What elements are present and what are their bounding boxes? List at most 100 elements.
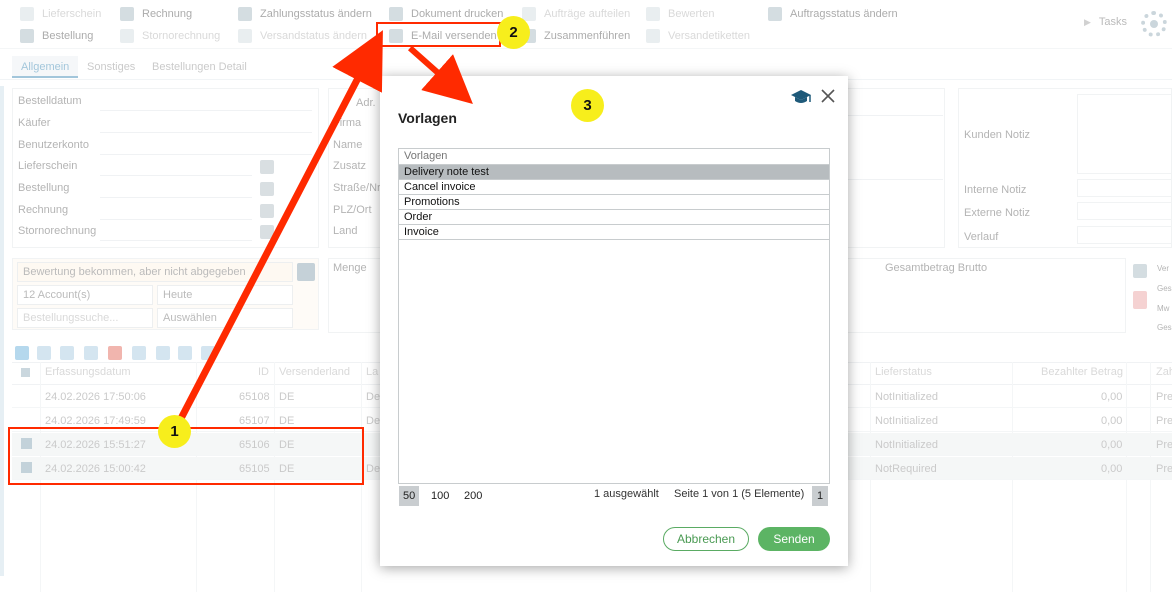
auswahl-select[interactable]: Auswählen xyxy=(157,308,293,328)
col-header-lieferstatus[interactable]: Lieferstatus xyxy=(875,366,932,378)
toolbar-label: Auftragsstatus ändern xyxy=(790,8,898,20)
cell-status: NotInitialized xyxy=(875,415,938,427)
label-lieferschein: Lieferschein xyxy=(18,160,78,172)
lock-icon[interactable] xyxy=(1133,291,1147,309)
tab-bestellungen-detail[interactable]: Bestellungen Detail xyxy=(143,56,256,78)
printer-icon xyxy=(389,7,403,21)
side-label: Ges xyxy=(1157,323,1172,332)
col-header-versenderland[interactable]: Versenderland xyxy=(279,366,350,378)
tab-sonstiges[interactable]: Sonstiges xyxy=(78,56,144,78)
upload-icon[interactable] xyxy=(178,346,192,360)
toolbar-bewerten[interactable]: Bewerten xyxy=(646,7,714,21)
toolbar-zahlungsstatus[interactable]: Zahlungsstatus ändern xyxy=(238,7,372,21)
annotation-highlight-email xyxy=(376,22,501,47)
print-icon[interactable] xyxy=(260,204,274,218)
kunden-notiz-field[interactable] xyxy=(1077,94,1172,174)
clipboard-icon[interactable] xyxy=(1133,264,1147,278)
tab-allgemein[interactable]: Allgemein xyxy=(12,56,79,78)
account-select[interactable]: 12 Account(s) xyxy=(17,285,153,305)
toolbar-versandstatus[interactable]: Versandstatus ändern xyxy=(238,29,367,43)
externe-notiz-field[interactable] xyxy=(1077,202,1172,220)
help-graduation-cap-icon[interactable] xyxy=(790,88,812,106)
label-name: Name xyxy=(333,139,363,151)
cell-zah: Pre xyxy=(1156,439,1172,451)
template-item[interactable]: Promotions xyxy=(399,195,829,210)
toolbar-bestellung[interactable]: Bestellung xyxy=(20,29,93,43)
send-button[interactable]: Senden xyxy=(758,527,830,551)
toolbar-stornorechnung[interactable]: Stornorechnung xyxy=(120,29,220,43)
label-verlauf: Verlauf xyxy=(964,231,999,243)
template-item[interactable]: Invoice xyxy=(399,225,829,240)
print-icon[interactable] xyxy=(260,160,274,174)
col-header-id[interactable]: ID xyxy=(258,366,269,378)
cell-zah: Pre xyxy=(1156,463,1172,475)
label-plz-ort: PLZ/Ort xyxy=(333,204,372,216)
delete-icon[interactable] xyxy=(84,346,98,360)
template-item[interactable]: Delivery note test xyxy=(399,165,829,180)
page-size-100[interactable]: 100 xyxy=(427,486,453,506)
col-header-zah[interactable]: Zah xyxy=(1156,366,1172,378)
rating-filter-select[interactable]: Bewertung bekommen, aber nicht abgegeben xyxy=(17,262,293,282)
template-item[interactable]: Cancel invoice xyxy=(399,180,829,195)
label-interne-notiz: Interne Notiz xyxy=(964,184,1027,196)
label-externe-notiz: Externe Notiz xyxy=(964,207,1031,219)
label-adr: Adr. xyxy=(356,97,376,109)
label-kunden-notiz: Kunden Notiz xyxy=(964,129,1031,141)
template-item[interactable]: Order xyxy=(399,210,829,225)
print-icon[interactable] xyxy=(260,182,274,196)
toolbar-lieferschein[interactable]: Lieferschein xyxy=(20,7,101,21)
toolbar-label: Aufträge aufteilen xyxy=(544,8,631,20)
select-all-checkbox[interactable] xyxy=(21,368,30,377)
col-header-erfassungsdatum[interactable]: Erfassungsdatum xyxy=(45,366,131,378)
gear-icon[interactable] xyxy=(1141,11,1167,37)
toolbar-dokument-drucken[interactable]: Dokument drucken xyxy=(389,7,503,21)
cell-paid: 0,00 xyxy=(1101,463,1123,475)
toolbar-label: Versandetiketten xyxy=(668,30,750,42)
export-icon[interactable] xyxy=(201,346,215,360)
close-icon[interactable] xyxy=(820,88,836,104)
toolbar-label: Versandstatus ändern xyxy=(260,30,368,42)
page-number-1[interactable]: 1 xyxy=(812,486,829,506)
toolbar-zusammenfuehren[interactable]: Zusammenführen xyxy=(522,29,630,43)
interne-notiz-field[interactable] xyxy=(1077,179,1172,197)
print-icon[interactable] xyxy=(260,225,274,239)
cancel-button[interactable]: Abbrechen xyxy=(663,527,749,551)
document-icon xyxy=(20,7,34,21)
col-header-la[interactable]: La xyxy=(366,366,378,378)
search-icon[interactable] xyxy=(132,346,146,360)
label-bestelldatum: Bestelldatum xyxy=(18,95,82,107)
label-strasse: Straße/Nr xyxy=(333,182,381,194)
side-label: Ver xyxy=(1157,264,1170,273)
label-icon xyxy=(646,29,660,43)
sidebar-strip xyxy=(0,86,4,576)
copy-icon[interactable] xyxy=(60,346,74,360)
cell-paid: 0,00 xyxy=(1101,415,1123,427)
label-menge: Menge xyxy=(333,262,367,274)
selected-count: 1 ausgewählt xyxy=(594,488,659,500)
date-select[interactable]: Heute xyxy=(157,285,293,305)
status-icon xyxy=(768,7,782,21)
page-size-50[interactable]: 50 xyxy=(399,486,420,506)
tasks-button[interactable]: ▶ Tasks xyxy=(1084,16,1127,28)
edit-icon[interactable] xyxy=(37,346,51,360)
toolbar-auftraege-aufteilen[interactable]: Aufträge aufteilen xyxy=(522,7,630,21)
cell-paid: 0,00 xyxy=(1101,439,1123,451)
toolbar-rechnung[interactable]: Rechnung xyxy=(120,7,192,21)
toolbar-auftragsstatus[interactable]: Auftragsstatus ändern xyxy=(768,7,898,21)
cell-id: 65107 xyxy=(239,415,270,427)
page-size-200[interactable]: 200 xyxy=(460,486,486,506)
cell-zah: Pre xyxy=(1156,391,1172,403)
download-icon[interactable] xyxy=(156,346,170,360)
annotation-badge-1: 1 xyxy=(158,415,191,448)
cell-date: 24.02.2026 17:50:06 xyxy=(45,391,146,403)
toolbar-versandetiketten[interactable]: Versandetiketten xyxy=(646,29,750,43)
annotation-badge-2: 2 xyxy=(497,16,530,49)
verlauf-field[interactable] xyxy=(1077,226,1172,244)
col-header-bezahlter-betrag[interactable]: Bezahlter Betrag xyxy=(1041,366,1123,378)
order-search-input[interactable]: Bestellungssuche... xyxy=(17,308,153,328)
label-benutzerkonto: Benutzerkonto xyxy=(18,139,89,151)
home-icon[interactable] xyxy=(297,263,315,281)
cancel-icon[interactable] xyxy=(108,346,122,360)
toolbar-label: Zahlungsstatus ändern xyxy=(260,8,372,20)
add-icon[interactable] xyxy=(15,346,29,360)
